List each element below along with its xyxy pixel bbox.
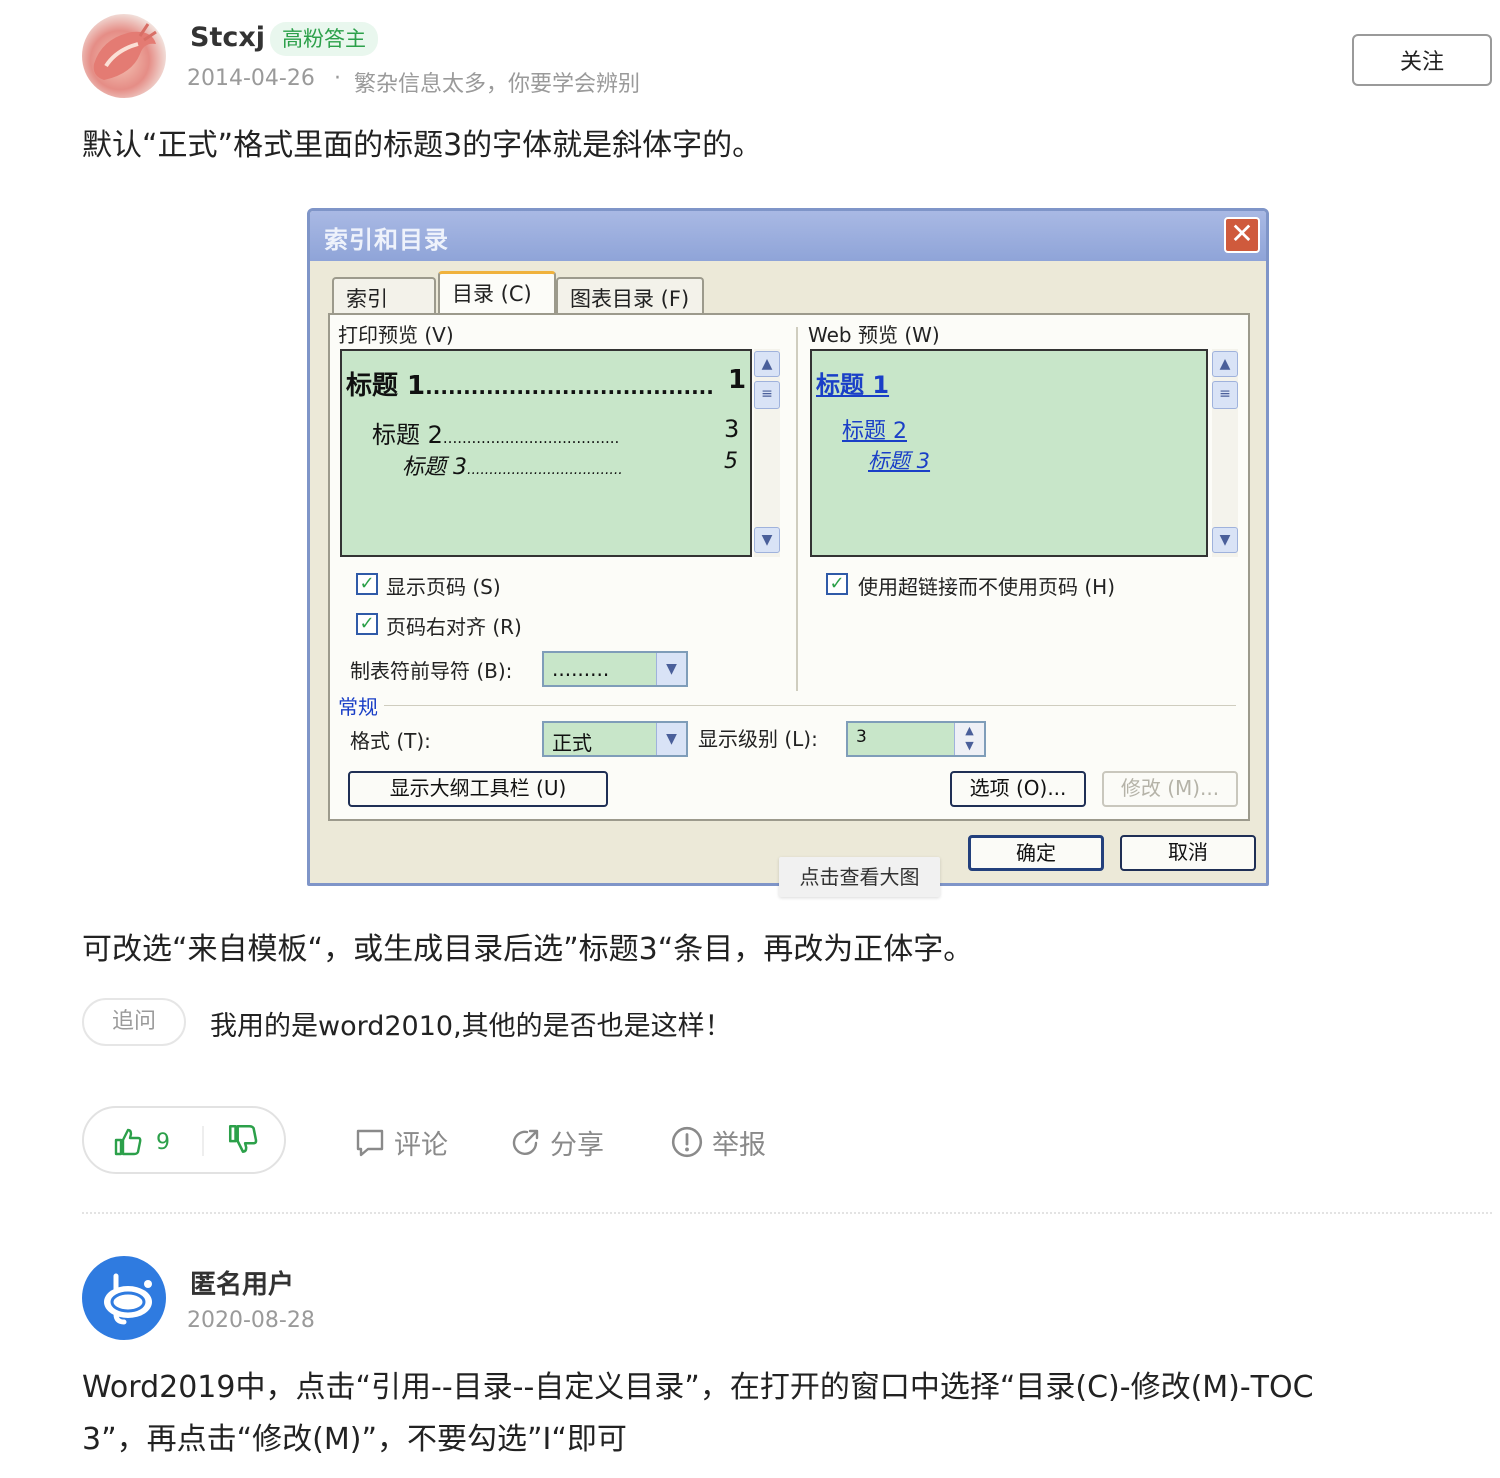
show-page-numbers-checkbox[interactable]: ✓: [356, 573, 378, 595]
web-item-1[interactable]: 标题 1: [816, 365, 889, 400]
print-preview-label: 打印预览 (V): [338, 323, 454, 347]
web-item-3[interactable]: 标题 3: [868, 445, 930, 475]
print-item-2-page: 3: [724, 415, 740, 443]
ok-button[interactable]: 确定: [968, 835, 1104, 871]
print-preview-scrollbar[interactable]: ▲ ≡ ▼: [754, 349, 780, 557]
print-item-1-dots: ......................................: [425, 375, 714, 399]
tab-leader-value: .........: [552, 657, 610, 681]
general-separator: [384, 705, 1236, 706]
print-item-3: 标题 3................................... 5: [402, 449, 738, 481]
share-icon: [512, 1129, 539, 1155]
avatar-anonymous[interactable]: [82, 1256, 166, 1340]
vote-divider: [202, 1126, 204, 1156]
format-label: 格式 (T):: [350, 729, 431, 753]
share-label: 分享: [550, 1129, 604, 1161]
print-item-3-text: 标题 3: [402, 455, 467, 480]
print-item-2-dots: .....................................: [442, 429, 620, 447]
like-button[interactable]: 9: [112, 1122, 202, 1162]
tab-index: 索引 (X): [332, 277, 436, 337]
answer-date: 2020-08-28: [187, 1308, 315, 1333]
show-outline-toolbar-button[interactable]: 显示大纲工具栏 (U): [348, 771, 608, 807]
cancel-button[interactable]: 取消: [1120, 835, 1256, 871]
like-count: 9: [156, 1129, 170, 1155]
answer-text-1: 默认“正式”格式里面的标题3的字体就是斜体字的。: [82, 128, 763, 163]
scroll-up-icon[interactable]: ▲: [754, 351, 780, 377]
vertical-separator: [796, 327, 798, 691]
scroll-down-icon[interactable]: ▼: [1212, 527, 1238, 553]
print-item-3-page: 5: [724, 449, 738, 474]
toc-panel: 打印预览 (V) Web 预览 (W) 标题 1................…: [328, 313, 1250, 821]
options-button[interactable]: 选项 (O)...: [950, 771, 1086, 807]
followup-tag: 追问: [82, 998, 186, 1046]
answer-image-toc-dialog[interactable]: 索引和目录 ✕ 索引 (X) 目录 (C) 图表目录 (F) 打印预览 (V) …: [307, 208, 1269, 886]
username[interactable]: 匿名用户: [190, 1264, 294, 1301]
follow-button[interactable]: 关注: [1352, 34, 1492, 86]
report-label: 举报: [712, 1129, 766, 1161]
chevron-down-icon: ▼: [656, 723, 686, 755]
print-item-1-text: 标题 1: [346, 371, 426, 401]
share-button[interactable]: 分享: [510, 1120, 604, 1164]
print-item-2-text: 标题 2: [372, 421, 443, 449]
web-item-2[interactable]: 标题 2: [842, 413, 907, 445]
comment-label: 评论: [394, 1129, 448, 1161]
avatar-stcxj[interactable]: [82, 14, 166, 98]
thumbs-down-icon: [228, 1124, 258, 1154]
levels-value: 3: [856, 727, 867, 747]
web-preview-box: 标题 1 标题 2 标题 3: [810, 349, 1208, 557]
answer-date: 2014-04-26: [187, 66, 315, 91]
right-align-checkbox[interactable]: ✓: [356, 613, 378, 635]
format-value: 正式: [552, 731, 592, 755]
dialog-titlebar: 索引和目录 ✕: [310, 211, 1266, 261]
scroll-down-icon[interactable]: ▼: [754, 527, 780, 553]
modify-button: 修改 (M)...: [1102, 771, 1238, 807]
spinner-arrows-icon[interactable]: ▲ ▼: [954, 723, 984, 755]
view-large-image-tooltip[interactable]: 点击查看大图: [779, 857, 940, 897]
use-hyperlinks-checkbox[interactable]: ✓: [826, 573, 848, 595]
tab-leader-label: 制表符前导符 (B):: [350, 659, 513, 683]
web-preview-scrollbar[interactable]: ▲ ≡ ▼: [1212, 349, 1238, 557]
answer-text-2: 可改选“来自模板“，或生成目录后选”标题3“条目，再改为正体字。: [82, 932, 974, 967]
chevron-down-icon: ▼: [656, 653, 686, 685]
thumbs-up-icon: [114, 1128, 142, 1156]
conch-shell-icon: [93, 23, 157, 80]
scroll-thumb[interactable]: ≡: [754, 381, 780, 409]
use-hyperlinks-label: 使用超链接而不使用页码 (H): [858, 575, 1116, 599]
print-item-2: 标题 2....................................…: [372, 415, 739, 450]
print-item-1-page: 1: [728, 365, 747, 395]
tab-toc: 目录 (C): [438, 271, 556, 315]
show-page-numbers-label: 显示页码 (S): [386, 575, 501, 599]
username[interactable]: Stcxj: [190, 22, 265, 53]
report-button[interactable]: 举报: [670, 1120, 766, 1164]
print-preview-box: 标题 1....................................…: [340, 349, 752, 557]
tab-leader-select[interactable]: ......... ▼: [542, 651, 688, 687]
followup-text: 我用的是word2010,其他的是否也是这样！: [210, 1011, 732, 1042]
anonymous-snorkel-icon: [84, 1258, 164, 1338]
levels-label: 显示级别 (L):: [698, 727, 818, 751]
print-item-3-dots: ...................................: [467, 462, 623, 478]
meta-separator: ·: [334, 66, 341, 91]
answer2-text-line1: Word2019中，点击“引用--目录--自定义目录”，在打开的窗口中选择“目录…: [82, 1370, 1314, 1405]
right-align-label: 页码右对齐 (R): [386, 615, 522, 639]
comment-icon: [356, 1129, 384, 1157]
web-preview-label: Web 预览 (W): [808, 323, 940, 347]
format-select[interactable]: 正式 ▼: [542, 721, 688, 757]
dislike-button[interactable]: [226, 1122, 266, 1162]
dialog-title: 索引和目录: [324, 226, 449, 254]
close-icon: ✕: [1224, 217, 1260, 253]
vote-group: 9: [82, 1106, 286, 1174]
expert-badge: 高粉答主: [270, 22, 378, 56]
report-icon: [671, 1126, 703, 1158]
levels-spinner[interactable]: 3 ▲ ▼: [846, 721, 986, 757]
scroll-thumb[interactable]: ≡: [1212, 381, 1238, 409]
scroll-up-icon[interactable]: ▲: [1212, 351, 1238, 377]
answer2-text-line2: 3”，再点击“修改(M)”，不要勾选”I“即可: [82, 1422, 627, 1457]
print-item-1: 标题 1....................................…: [346, 365, 746, 402]
comment-button[interactable]: 评论: [354, 1120, 448, 1164]
tab-figures: 图表目录 (F): [556, 277, 704, 313]
user-signature: 繁杂信息太多，你要学会辨别: [354, 72, 641, 97]
general-section-label: 常规: [338, 695, 378, 719]
answer-divider: [82, 1212, 1492, 1214]
